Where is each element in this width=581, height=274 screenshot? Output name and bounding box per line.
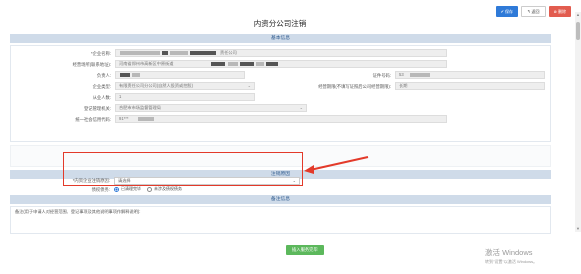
insert-service-button[interactable]: 插入服务完毕 <box>286 245 324 255</box>
masked-text <box>120 51 160 55</box>
registry-value: 合肥市市场监督管理局 <box>119 105 161 110</box>
scroll-up-icon[interactable]: ▲ <box>575 12 581 18</box>
debt-radio-none[interactable]: 未涉及债权债务 <box>147 186 182 192</box>
remark-label: 备注(用于申请人对经营范围、登记事项及其他说明事项作解释说明): <box>15 209 141 214</box>
masked-text <box>138 117 154 121</box>
masked-text <box>256 62 264 66</box>
term-label: 经营期限(不填写证照后公司经营期限): <box>318 84 391 89</box>
radio-unselected-icon <box>147 186 152 192</box>
address-field[interactable]: 河南省郑州市高新区中原街道 <box>115 60 447 68</box>
registry-select[interactable]: 合肥市市场监督管理局 ⌄ <box>115 104 307 112</box>
save-button[interactable]: ✔ 保存 <box>495 6 519 17</box>
employees-field[interactable]: 1 <box>115 93 255 101</box>
masked-text <box>162 51 168 55</box>
credit-code-label: 统一社会信用代码: <box>75 117 111 122</box>
credit-code-field[interactable]: 91*** <box>115 115 447 123</box>
company-type-label: 企业类型: <box>92 84 111 89</box>
highlight-arrow <box>304 156 369 174</box>
address-label: 经营场所(联系地址): <box>72 62 111 67</box>
basic-info-form: *企业名称: 责任公司 经营场所(联系地址): 河南省郑州市高新区中原街道 负责… <box>10 45 551 142</box>
debt-radio-group: 已清理完毕 未涉及债权债务 <box>114 186 182 192</box>
masked-text <box>240 62 254 66</box>
address-value: 河南省郑州市高新区中原街道 <box>119 61 174 66</box>
term-value: 长期 <box>399 83 408 88</box>
registry-label: 登记管理机关: <box>84 106 111 111</box>
cert-no-field[interactable]: 53 <box>395 71 545 79</box>
scroll-down-icon[interactable]: ▼ <box>575 226 581 232</box>
section-header-remark: 备注信息 <box>10 195 551 204</box>
masked-text <box>228 62 238 66</box>
cert-no-value: 53 <box>399 72 404 77</box>
masked-text <box>266 62 278 66</box>
masked-text <box>170 51 188 55</box>
debt-radio-cleared-label: 已清理完毕 <box>121 186 141 191</box>
scrollbar-track[interactable] <box>575 12 581 232</box>
debt-label: 债权债务: <box>91 187 110 192</box>
company-name-label: *企业名称: <box>90 51 111 56</box>
masked-text <box>416 71 438 72</box>
highlight-box <box>63 152 303 186</box>
debt-radio-cleared[interactable]: 已清理完毕 <box>114 186 141 192</box>
chevron-down-icon: ⌄ <box>299 105 303 110</box>
page-title: 内资分公司注销 <box>253 19 307 28</box>
remark-textarea[interactable]: 备注(用于申请人对经营范围、登记事项及其他说明事项作解释说明): <box>10 206 551 234</box>
watermark-title: 激活 Windows <box>485 248 533 257</box>
company-name-value: 责任公司 <box>220 50 237 55</box>
masked-text <box>410 73 430 77</box>
toolbar: ✔ 保存 ↰ 返回 ⊗ 删除 <box>495 6 571 17</box>
company-type-select[interactable]: 有限责任公司分公司(自然人投资或控股) ⌄ <box>115 82 255 90</box>
section-header-basic: 基本信息 <box>10 34 551 43</box>
debt-radio-none-label: 未涉及债权债务 <box>154 186 182 191</box>
company-type-value: 有限责任公司分公司(自然人投资或控股) <box>119 83 193 88</box>
masked-text <box>132 73 140 77</box>
radio-selected-icon <box>114 186 119 192</box>
credit-code-value: 91*** <box>119 116 129 121</box>
person-field[interactable] <box>115 71 245 79</box>
watermark-subtitle: 转到"设置"以激活 Windows。 <box>485 259 538 264</box>
masked-text <box>120 73 130 77</box>
cert-no-label: 证件号码: <box>372 73 391 78</box>
person-label: 负责人: <box>96 73 111 78</box>
company-name-field[interactable]: 责任公司 <box>115 49 447 57</box>
term-field[interactable]: 长期 <box>395 82 545 90</box>
employees-label: 从业人数: <box>92 95 111 100</box>
employees-value: 1 <box>119 94 122 99</box>
masked-text <box>211 62 225 66</box>
chevron-down-icon: ⌄ <box>247 83 251 88</box>
delete-button[interactable]: ⊗ 删除 <box>548 6 571 17</box>
masked-text <box>190 51 216 55</box>
windows-activation-watermark: 激活 Windows 转到"设置"以激活 Windows。 <box>485 247 537 265</box>
scrollbar-thumb[interactable] <box>576 22 580 40</box>
back-button[interactable]: ↰ 返回 <box>521 6 546 17</box>
